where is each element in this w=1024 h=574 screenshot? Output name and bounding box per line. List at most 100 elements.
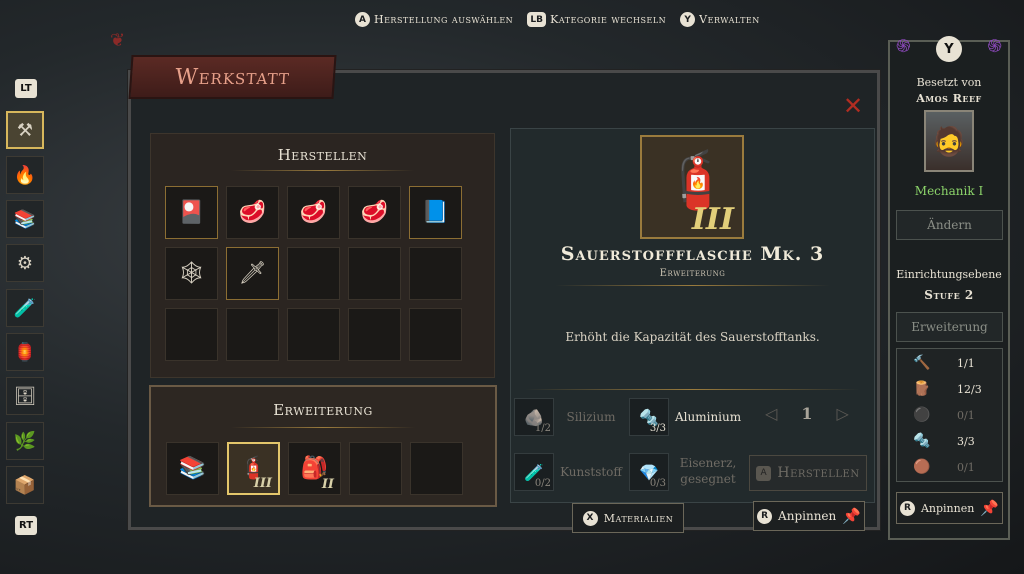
craft-slot[interactable]: 🥩 [287, 186, 340, 239]
level-value: Stufe 2 [924, 288, 974, 302]
x-button-icon: X [582, 510, 598, 526]
pin-icon: 📌 [842, 507, 861, 525]
storage-icon: 📦 [13, 474, 37, 496]
craft-section: Herstellen 🎴 🥩 🥩 🥩 📘 🕸 🗡 [150, 133, 495, 378]
upgrade-slot[interactable] [410, 442, 463, 495]
craft-button-label: Herstellen [777, 465, 860, 481]
character-portrait-icon: 🧔 [931, 124, 967, 158]
hint-label: Kategorie wechseln [550, 13, 667, 26]
material-slot: 🧪 0/2 [514, 453, 554, 491]
forge-icon: ⚙ [16, 252, 34, 274]
hint-label: Verwalten [699, 13, 760, 26]
upgrade-slot[interactable] [349, 442, 402, 495]
occupant-role: Mechanik I [914, 184, 984, 198]
y-button-icon[interactable]: Y [936, 36, 962, 62]
category-forge[interactable]: ⚙ [6, 244, 44, 282]
category-bookshelf[interactable]: 📚 [6, 200, 44, 238]
craft-slot[interactable] [287, 308, 340, 361]
material-aluminium: 🔩 3/3 Aluminium [629, 398, 741, 436]
quantity-value: 1 [801, 404, 813, 423]
close-icon[interactable]: ✕ [843, 92, 863, 120]
lantern-icon: 🏮 [13, 341, 37, 363]
material-kunststoff: 🧪 0/2 Kunststoff [514, 453, 622, 491]
item-type: Erweiterung [659, 268, 726, 279]
item-large-icon: 🧯 III [640, 135, 744, 239]
level-label: Einrichtungsebene [896, 268, 1002, 281]
category-lab[interactable]: 🧪 [6, 289, 44, 327]
resource-icon: 🟤 [913, 459, 931, 475]
r-button-icon: R [899, 500, 915, 516]
occupant-name: Amos Reef [916, 92, 982, 105]
divider [231, 170, 414, 171]
upgrade-slot[interactable]: 📚 [166, 442, 219, 495]
requirement-row: 🪵 12/3 [897, 381, 1002, 397]
occupied-label: Besetzt von [916, 76, 982, 89]
material-name: Eisenerz, gesegnet [679, 456, 737, 486]
category-furnace[interactable]: 🔥 [6, 156, 44, 194]
materials-button[interactable]: X Materialien [572, 503, 684, 533]
material-slot: 🪨 1/2 [514, 398, 554, 436]
craft-slot[interactable]: 📘 [409, 186, 462, 239]
craft-slot[interactable] [226, 308, 279, 361]
increase-arrow-icon[interactable]: ▷ [836, 404, 848, 423]
occult-symbol-icon: ֍ [987, 36, 1002, 57]
decrease-arrow-icon[interactable]: ◁ [765, 404, 777, 423]
pin-button-label: Anpinnen [778, 509, 837, 523]
upgrade-tier: III [253, 476, 272, 491]
craft-slot[interactable]: 🕸 [165, 247, 218, 300]
material-silizium: 🪨 1/2 Silizium [514, 398, 622, 436]
material-count: 3/3 [649, 423, 666, 434]
side-pin-label: Anpinnen [920, 501, 975, 515]
craft-item-icon: 🥩 [299, 200, 328, 225]
craft-slot[interactable] [165, 308, 218, 361]
upgrade-requirements: 🔨 1/1 🪵 12/3 ⚫ 0/1 🔩 3/3 🟤 0/1 [896, 348, 1003, 482]
hint-label: Herstellung auswählen [374, 13, 514, 26]
craft-slot[interactable]: 🎴 [165, 186, 218, 239]
panel-title: Werkstatt [128, 55, 337, 99]
divider [555, 285, 830, 286]
category-cabinet[interactable]: 🗄 [6, 377, 44, 415]
item-description: Erhöht die Kapazität des Sauerstofftanks… [565, 330, 820, 344]
resource-count: 1/1 [957, 356, 975, 370]
category-storage[interactable]: 📦 [6, 466, 44, 504]
craft-slot[interactable] [348, 308, 401, 361]
lt-button-icon[interactable]: LT [15, 79, 37, 98]
craft-slot[interactable] [409, 308, 462, 361]
upgrade-facility-button[interactable]: Erweiterung [896, 312, 1003, 342]
upgrade-section-title: Erweiterung [273, 401, 373, 419]
pin-button[interactable]: R Anpinnen 📌 [753, 501, 865, 531]
category-lantern[interactable]: 🏮 [6, 333, 44, 371]
upgrade-item-icon: 📚 [178, 456, 207, 481]
craft-button[interactable]: A Herstellen [749, 455, 867, 491]
change-button[interactable]: Ändern [896, 210, 1003, 240]
side-pin-button[interactable]: R Anpinnen 📌 [896, 492, 1003, 524]
material-slot: 🔩 3/3 [629, 398, 669, 436]
craft-slot[interactable] [348, 247, 401, 300]
upgrade-slot[interactable]: 🧯 III [227, 442, 280, 495]
resource-count: 3/3 [957, 434, 975, 448]
upgrade-section: Erweiterung 📚 🧯 III 🎒 II [149, 385, 497, 507]
resource-count: 0/1 [957, 408, 975, 422]
craft-slot[interactable]: 🥩 [226, 186, 279, 239]
craft-item-icon: 🗡 [238, 261, 267, 286]
material-name: Aluminium [675, 410, 742, 424]
category-garden[interactable]: 🌿 [6, 422, 44, 460]
upgrade-tier: II [321, 477, 334, 492]
craft-section-title: Herstellen [277, 146, 368, 164]
craft-slot[interactable] [287, 247, 340, 300]
pin-icon: 📌 [980, 499, 1000, 517]
craft-slot[interactable]: 🗡 [226, 247, 279, 300]
hint-switch-category: LB Kategorie wechseln [527, 12, 666, 27]
r-button-icon: R [757, 508, 773, 524]
upgrade-slot[interactable]: 🎒 II [288, 442, 341, 495]
hint-select-craft: A Herstellung auswählen [355, 12, 513, 27]
craft-slot[interactable] [409, 247, 462, 300]
requirement-row: 🟤 0/1 [897, 459, 1002, 475]
avatar[interactable]: 🧔 [924, 110, 974, 172]
craft-item-icon: 🕸 [177, 261, 206, 286]
lb-button-icon: LB [527, 12, 547, 27]
category-workshop[interactable]: ⚒ [6, 111, 44, 149]
craft-slot[interactable]: 🥩 [348, 186, 401, 239]
resource-icon: 🪵 [913, 381, 931, 397]
rt-button-icon[interactable]: RT [15, 516, 37, 535]
